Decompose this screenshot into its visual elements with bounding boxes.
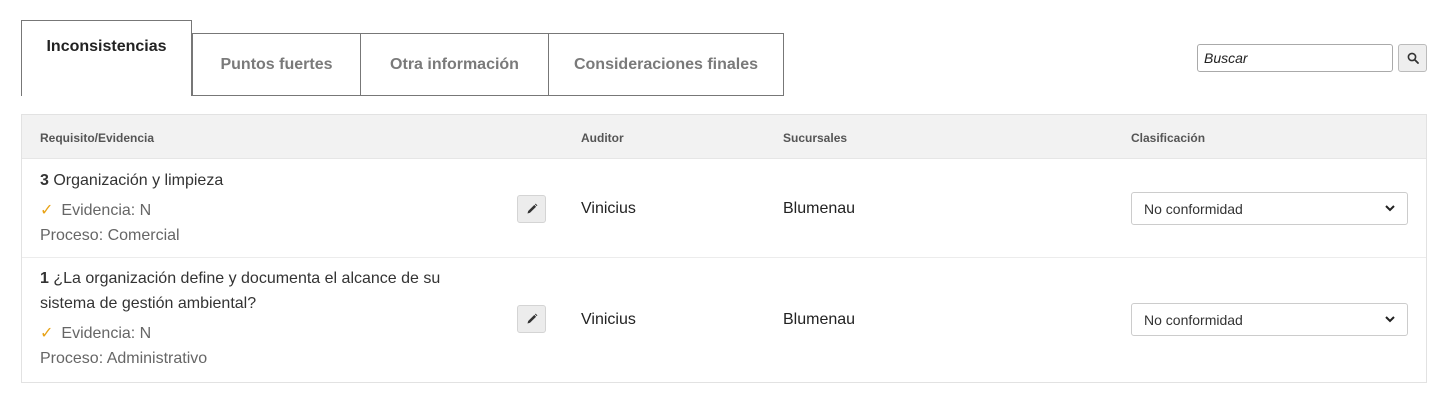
tab-otra-informacion[interactable]: Otra información	[360, 33, 549, 96]
classification-select[interactable]: No conformidad	[1131, 303, 1408, 336]
requirement-number: 3	[40, 172, 49, 189]
requirement-text: ¿La organización define y documenta el a…	[40, 270, 441, 312]
edit-button[interactable]	[517, 305, 546, 333]
table-header: Requisito/Evidencia Auditor Sucursales C…	[22, 115, 1426, 159]
tab-bar: Inconsistencias Puntos fuertes Otra info…	[21, 20, 784, 96]
process-text: Proceso: Comercial	[40, 227, 180, 244]
auditor-cell: Vinicius	[581, 311, 636, 328]
requirement-cell: 1 ¿La organización define y documenta el…	[40, 266, 480, 371]
header-branches: Sucursales	[783, 131, 848, 145]
inconsistencies-table: Requisito/Evidencia Auditor Sucursales C…	[21, 114, 1427, 383]
edit-button[interactable]	[517, 195, 546, 223]
header-auditor: Auditor	[581, 131, 624, 145]
tab-label: Inconsistencias	[46, 37, 167, 55]
auditor-cell: Vinicius	[581, 200, 636, 217]
process-text: Proceso: Administrativo	[40, 350, 208, 367]
search-icon	[1407, 52, 1419, 64]
tab-inconsistencias[interactable]: Inconsistencias	[21, 20, 192, 96]
header-requirement: Requisito/Evidencia	[40, 131, 155, 145]
requirement-title: 1 ¿La organización define y documenta el…	[40, 266, 480, 316]
pencil-icon	[527, 313, 537, 324]
chevron-down-icon	[1385, 205, 1395, 212]
requirement-text: Organización y limpieza	[53, 172, 224, 189]
evidence-text: Evidencia: N	[61, 325, 152, 342]
tab-label: Otra información	[390, 55, 519, 73]
tab-puntos-fuertes[interactable]: Puntos fuertes	[192, 33, 361, 96]
branch-cell: Blumenau	[783, 311, 856, 328]
evidence-line: ✓ Evidencia: N	[40, 321, 480, 346]
search-input[interactable]	[1197, 44, 1393, 72]
check-icon: ✓	[40, 325, 54, 342]
tab-consideraciones-finales[interactable]: Consideraciones finales	[548, 33, 784, 96]
classification-select[interactable]: No conformidad	[1131, 192, 1408, 225]
branch-cell: Blumenau	[783, 200, 856, 217]
pencil-icon	[527, 203, 537, 214]
tab-label: Puntos fuertes	[220, 55, 333, 73]
check-icon: ✓	[40, 202, 54, 219]
classification-value: No conformidad	[1144, 200, 1243, 217]
requirement-number: 1	[40, 270, 49, 287]
table-row: 1 ¿La organización define y documenta el…	[22, 258, 1426, 383]
search-button[interactable]	[1398, 44, 1427, 72]
evidence-line: ✓ Evidencia: N	[40, 198, 480, 223]
requirement-title: 3 Organización y limpieza	[40, 168, 480, 193]
table-row: 3 Organización y limpieza ✓ Evidencia: N …	[22, 159, 1426, 258]
classification-value: No conformidad	[1144, 311, 1243, 328]
chevron-down-icon	[1385, 316, 1395, 323]
header-classification: Clasificación	[1131, 131, 1206, 145]
requirement-cell: 3 Organización y limpieza ✓ Evidencia: N …	[40, 168, 480, 248]
tab-label: Consideraciones finales	[573, 55, 759, 73]
evidence-text: Evidencia: N	[61, 202, 152, 219]
